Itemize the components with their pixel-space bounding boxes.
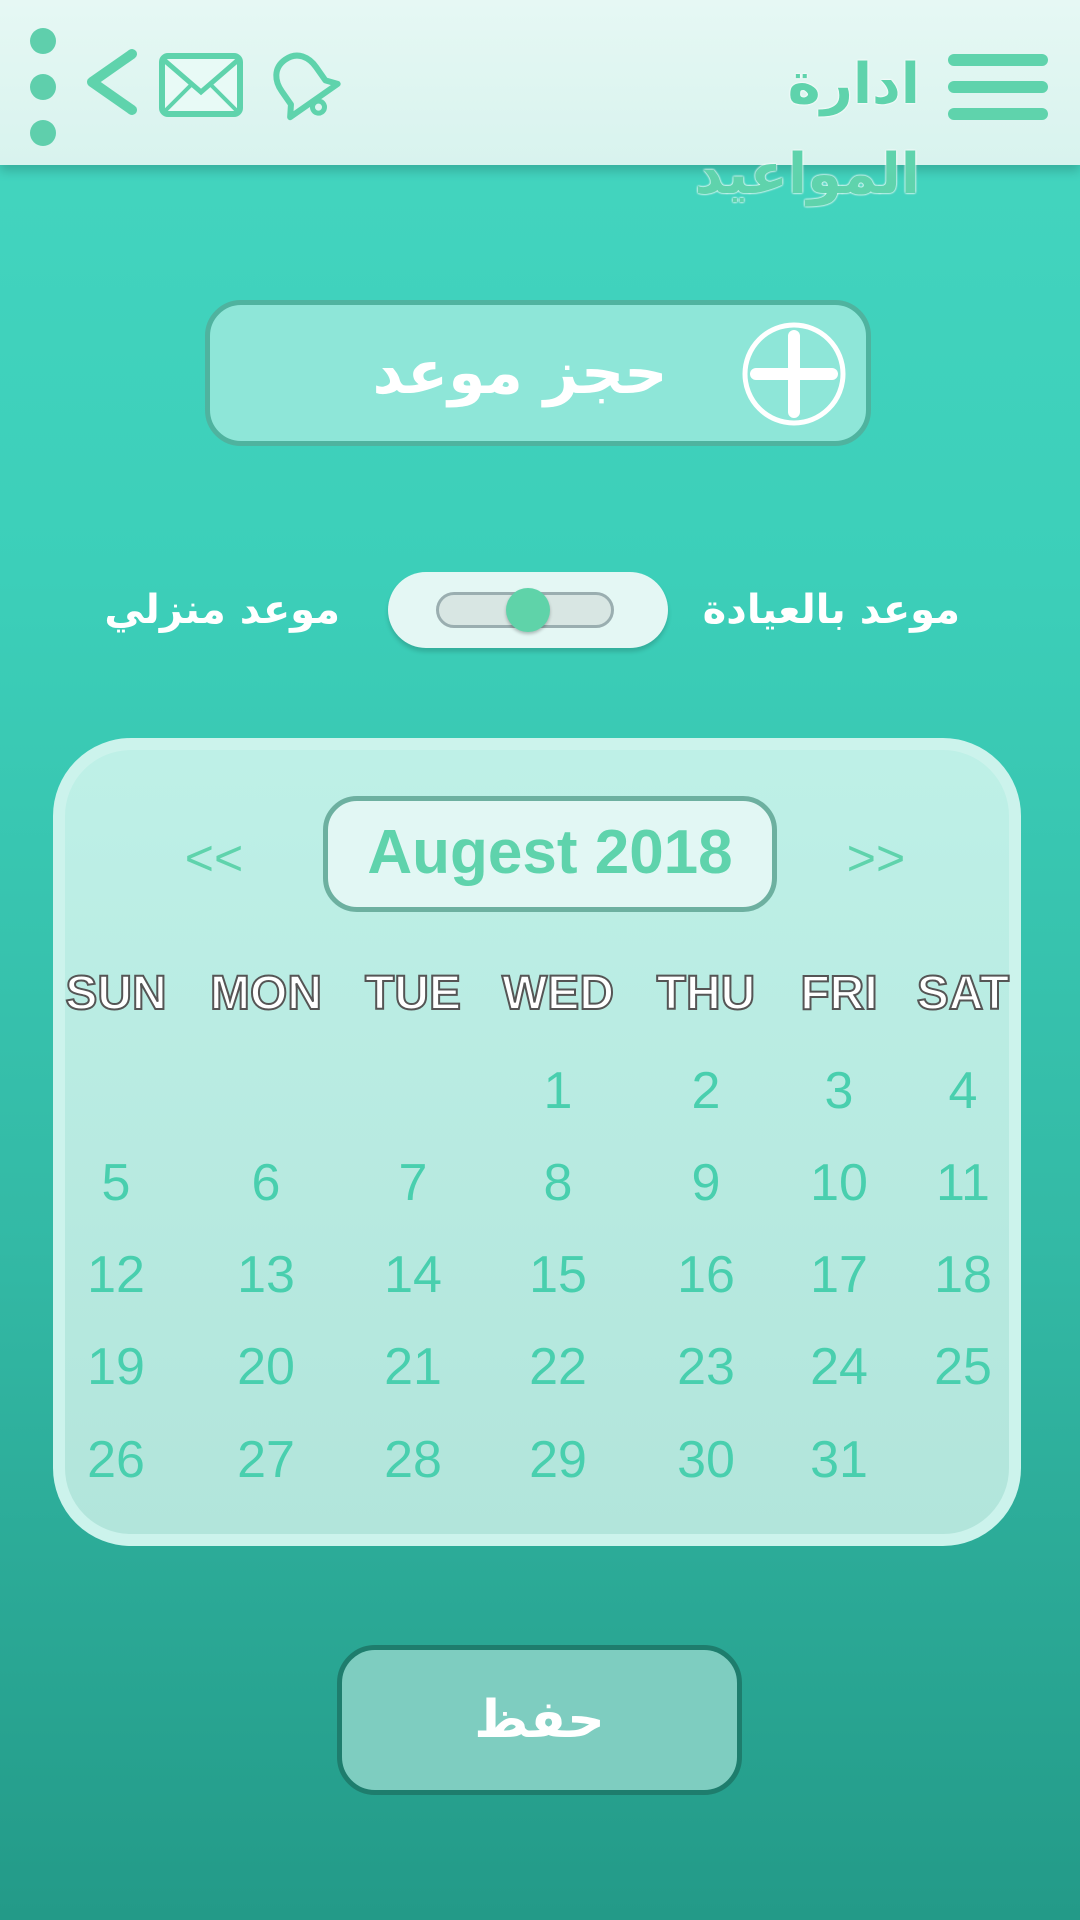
calendar-day[interactable]: 15: [503, 1240, 613, 1310]
calendar-day[interactable]: 6: [211, 1148, 321, 1218]
menu-bar: [948, 54, 1048, 66]
calendar-day[interactable]: 21: [358, 1332, 468, 1402]
more-dot: [30, 28, 56, 54]
calendar-day[interactable]: 28: [358, 1425, 468, 1495]
more-vert-icon[interactable]: [30, 28, 56, 146]
calendar-day[interactable]: 25: [908, 1332, 1018, 1402]
book-appointment-label: حجز موعد: [372, 338, 668, 408]
home-visit-label: موعد منزلي: [104, 587, 340, 633]
calendar-day[interactable]: 4: [908, 1056, 1018, 1126]
month-title: Augest 2018: [323, 796, 777, 912]
calendar-day[interactable]: 17: [784, 1240, 894, 1310]
calendar-day[interactable]: 18: [908, 1240, 1018, 1310]
calendar-day[interactable]: 5: [61, 1148, 171, 1218]
prev-month-button[interactable]: <<: [159, 818, 269, 898]
save-button[interactable]: حفظ: [337, 1645, 742, 1795]
calendar-day[interactable]: 10: [784, 1148, 894, 1218]
clinic-visit-label: موعد بالعيادة: [702, 587, 960, 633]
calendar: << Augest 2018 >> SUN MON TUE WED THU FRI SAT 1…: [53, 738, 1021, 1546]
appointment-type-toggle[interactable]: [388, 572, 668, 648]
weekday-header: SAT: [916, 966, 1010, 1021]
calendar-day[interactable]: 24: [784, 1332, 894, 1402]
calendar-day[interactable]: 16: [651, 1240, 761, 1310]
bell-icon[interactable]: [262, 44, 344, 126]
book-appointment-button[interactable]: حجز موعد: [205, 300, 871, 446]
weekday-header: MON: [209, 966, 323, 1021]
next-month-button[interactable]: >>: [821, 818, 931, 898]
calendar-day[interactable]: 1: [503, 1056, 613, 1126]
calendar-day[interactable]: 14: [358, 1240, 468, 1310]
calendar-day[interactable]: 23: [651, 1332, 761, 1402]
more-dot: [30, 74, 56, 100]
calendar-day[interactable]: 8: [503, 1148, 613, 1218]
menu-bar: [948, 81, 1048, 93]
app-title: ادارة المواعيد: [694, 52, 920, 207]
calendar-day[interactable]: 26: [61, 1425, 171, 1495]
calendar-day[interactable]: 11: [908, 1148, 1018, 1218]
hamburger-menu-icon[interactable]: [948, 54, 1048, 120]
weekday-header: WED: [501, 966, 615, 1021]
menu-bar: [948, 108, 1048, 120]
calendar-day[interactable]: 29: [503, 1425, 613, 1495]
calendar-day[interactable]: 31: [784, 1425, 894, 1495]
weekday-header: TUE: [364, 966, 462, 1021]
calendar-day[interactable]: 27: [211, 1425, 321, 1495]
calendar-day[interactable]: 3: [784, 1056, 894, 1126]
calendar-day[interactable]: 2: [651, 1056, 761, 1126]
weekday-header: SUN: [64, 966, 167, 1021]
mail-icon[interactable]: [158, 52, 244, 118]
calendar-day[interactable]: 30: [651, 1425, 761, 1495]
calendar-day[interactable]: 19: [61, 1332, 171, 1402]
calendar-day[interactable]: 13: [211, 1240, 321, 1310]
back-arrow-icon[interactable]: [82, 42, 142, 122]
calendar-day[interactable]: 9: [651, 1148, 761, 1218]
calendar-day[interactable]: 22: [503, 1332, 613, 1402]
weekday-header: FRI: [799, 966, 878, 1021]
more-dot: [30, 120, 56, 146]
top-app-bar: ادارة المواعيد: [0, 0, 1080, 207]
calendar-day[interactable]: 7: [358, 1148, 468, 1218]
plus-circle-icon: [742, 322, 846, 426]
weekday-header: THU: [656, 966, 757, 1021]
toggle-knob[interactable]: [506, 588, 550, 632]
calendar-day[interactable]: 12: [61, 1240, 171, 1310]
calendar-day[interactable]: 20: [211, 1332, 321, 1402]
